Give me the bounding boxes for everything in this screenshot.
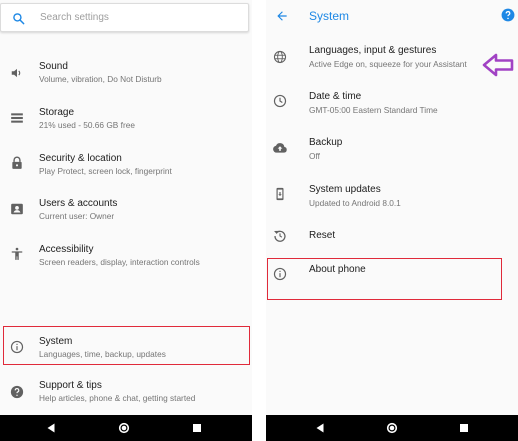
settings-item-subtitle: Help articles, phone & chat, getting sta… [39, 393, 196, 403]
phone-update-icon [273, 187, 287, 201]
cloud-upload-icon [273, 141, 287, 155]
system-item-subtitle: GMT-05:00 Eastern Standard Time [309, 105, 438, 115]
system-item-title: Reset [309, 230, 336, 241]
search-bar[interactable]: Search settings [0, 3, 249, 32]
settings-item-accessibility[interactable]: Accessibility Screen readers, display, i… [0, 233, 250, 277]
system-item-title: Date & time [309, 91, 362, 102]
system-item-subtitle: Updated to Android 8.0.1 [309, 198, 401, 208]
account-icon [10, 202, 24, 216]
reset-icon [273, 229, 287, 243]
nav-back-icon[interactable] [314, 422, 326, 434]
navigation-bar [266, 415, 518, 441]
system-item-subtitle: Off [309, 151, 320, 161]
system-item-title: System updates [309, 184, 381, 195]
search-icon [12, 12, 25, 25]
nav-home-icon[interactable] [118, 422, 130, 434]
settings-item-security[interactable]: Security & location Play Protect, screen… [0, 142, 250, 186]
settings-item-support[interactable]: Support & tips Help articles, phone & ch… [0, 372, 250, 416]
system-item-updates[interactable]: System updates Updated to Android 8.0.1 [266, 174, 518, 218]
back-arrow-icon[interactable] [275, 9, 289, 23]
settings-item-system[interactable]: System Languages, time, backup, updates [0, 326, 250, 370]
system-item-date-time[interactable]: Date & time GMT-05:00 Eastern Standard T… [266, 81, 518, 125]
nav-back-icon[interactable] [45, 422, 57, 434]
settings-item-subtitle: Play Protect, screen lock, fingerprint [39, 166, 172, 176]
settings-item-title: Support & tips [39, 380, 102, 391]
settings-item-subtitle: Languages, time, backup, updates [39, 349, 166, 359]
settings-item-subtitle: Screen readers, display, interaction con… [39, 257, 200, 267]
system-item-subtitle: Active Edge on, squeeze for your Assista… [309, 59, 467, 69]
system-item-title: About phone [309, 264, 366, 275]
settings-screen: Search settings Sound Volume, vibration,… [0, 0, 252, 441]
settings-item-title: System [39, 336, 73, 347]
system-item-backup[interactable]: Backup Off [266, 128, 518, 172]
settings-item-subtitle: 21% used - 50.66 GB free [39, 120, 135, 130]
app-bar: System [266, 0, 518, 33]
system-item-title: Backup [309, 137, 343, 148]
settings-item-users[interactable]: Users & accounts Current user: Owner [0, 187, 250, 231]
system-item-languages[interactable]: Languages, input & gestures Active Edge … [266, 35, 518, 79]
info-icon [10, 340, 24, 354]
nav-recents-icon[interactable] [458, 422, 470, 434]
system-item-title: Languages, input & gestures [309, 45, 437, 56]
page-title: System [309, 9, 350, 23]
settings-item-subtitle: Volume, vibration, Do Not Disturb [39, 74, 162, 84]
settings-item-subtitle: Current user: Owner [39, 211, 115, 221]
system-item-reset[interactable]: Reset [266, 219, 518, 263]
search-input[interactable]: Search settings [40, 12, 109, 24]
system-item-about-phone[interactable]: About phone [266, 258, 518, 302]
volume-icon [10, 66, 24, 80]
accessibility-icon [10, 247, 24, 261]
settings-item-title: Storage [39, 107, 75, 118]
help-icon [10, 385, 24, 399]
nav-recents-icon[interactable] [191, 422, 203, 434]
help-icon[interactable] [501, 8, 515, 22]
settings-item-storage[interactable]: Storage 21% used - 50.66 GB free [0, 97, 250, 141]
nav-home-icon[interactable] [386, 422, 398, 434]
settings-item-title: Security & location [39, 153, 122, 164]
navigation-bar [0, 415, 252, 441]
clock-icon [273, 94, 287, 108]
info-icon [273, 267, 287, 281]
globe-icon [273, 50, 287, 64]
system-screen: System Languages, input & gestures Activ… [266, 0, 518, 441]
storage-icon [10, 111, 24, 125]
annotation-arrow-icon [482, 52, 514, 78]
settings-item-title: Accessibility [39, 244, 94, 255]
settings-item-title: Users & accounts [39, 198, 118, 209]
settings-item-sound[interactable]: Sound Volume, vibration, Do Not Disturb [0, 52, 250, 96]
lock-icon [10, 156, 24, 170]
settings-item-title: Sound [39, 61, 68, 72]
